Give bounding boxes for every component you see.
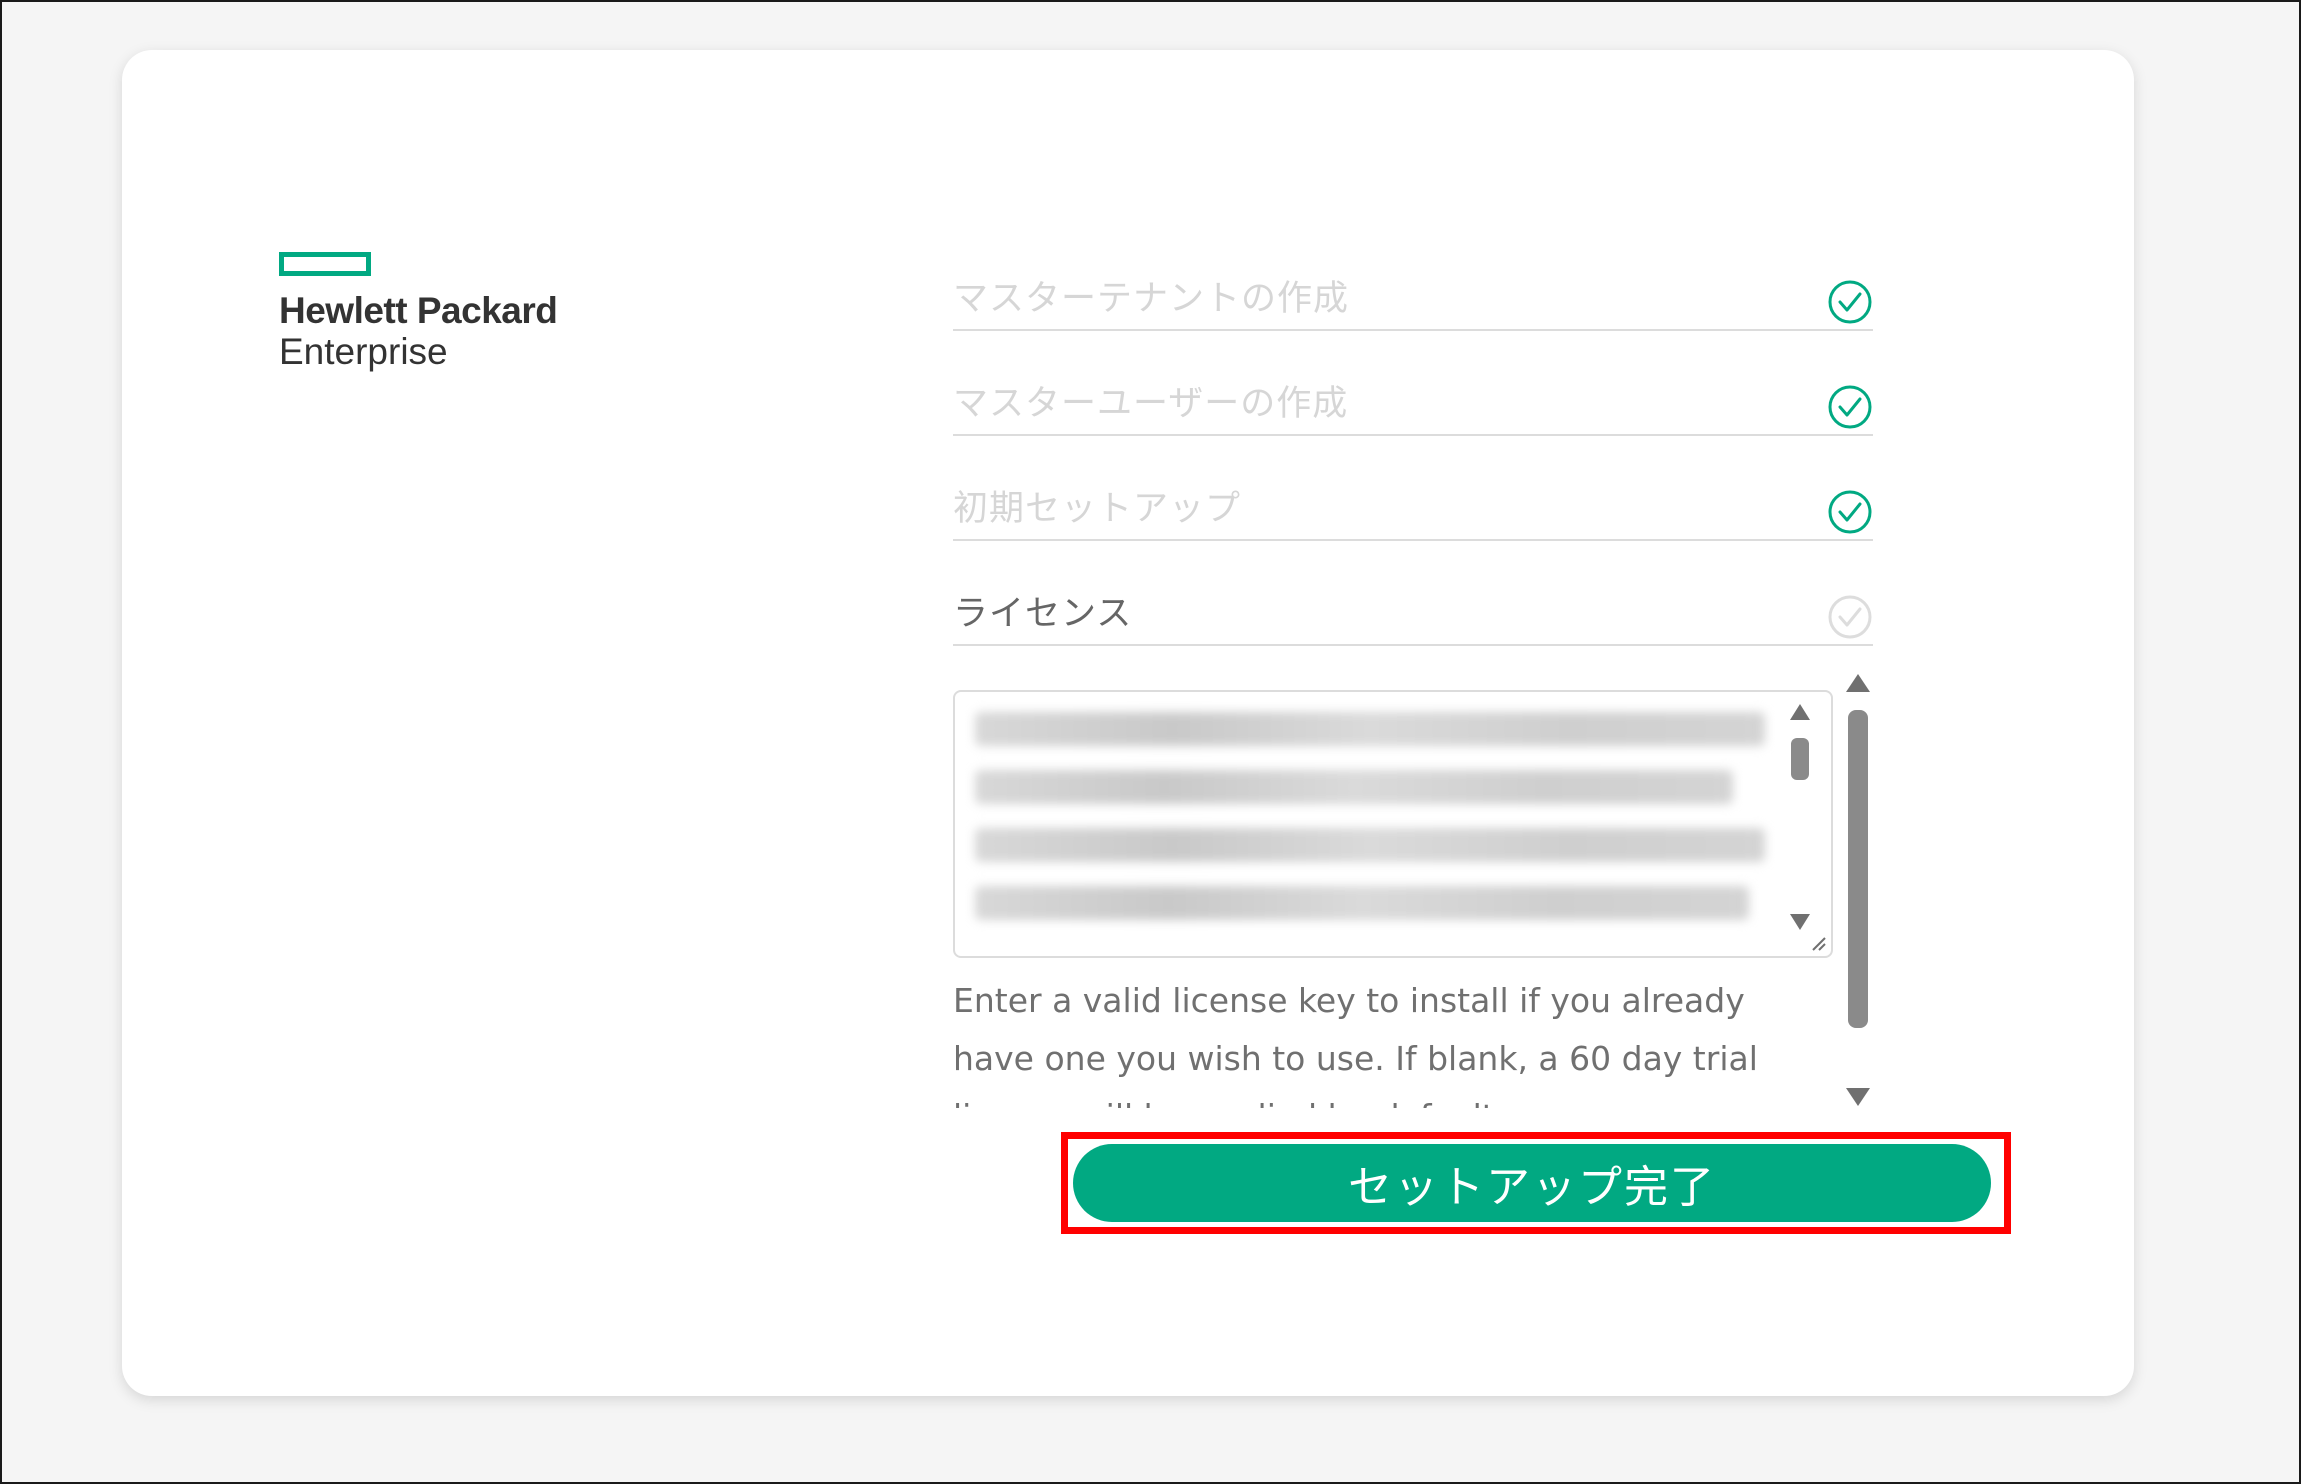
step-master-tenant: マスターテナントの作成 [953, 258, 1873, 331]
hpe-element-icon [279, 252, 371, 276]
scrollbar-thumb[interactable] [1791, 738, 1809, 780]
setup-steps: マスターテナントの作成 マスターユーザーの作成 初期セットアップ ライセンス [953, 258, 1873, 678]
scroll-up-arrow-icon[interactable] [1790, 704, 1810, 720]
license-help-text: Enter a valid license key to install if … [953, 981, 1758, 1108]
scroll-down-arrow-icon[interactable] [1846, 1088, 1870, 1106]
step-label: マスターテナントの作成 [953, 279, 1350, 319]
step-label: マスターユーザーの作成 [953, 384, 1349, 424]
check-circle-icon [1828, 280, 1872, 324]
scroll-up-arrow-icon[interactable] [1846, 674, 1870, 692]
step-label: ライセンス [953, 594, 1133, 634]
obscured-license-key [975, 712, 1765, 944]
license-key-textarea[interactable] [953, 690, 1833, 958]
resize-grip-icon[interactable] [1809, 934, 1827, 952]
logo-text-line2: Enterprise [279, 331, 448, 372]
step-label: 初期セットアップ [953, 489, 1242, 529]
hpe-logo: Hewlett Packard Enterprise [279, 252, 558, 372]
check-circle-icon [1828, 595, 1872, 639]
step-master-user: マスターユーザーの作成 [953, 363, 1873, 436]
step-license: ライセンス [953, 573, 1873, 646]
logo-text-line1: Hewlett Packard [279, 290, 558, 331]
license-section: Enter a valid license key to install if … [953, 672, 1873, 1108]
textarea-scrollbar[interactable] [1787, 702, 1813, 932]
check-circle-icon [1828, 385, 1872, 429]
step-initial-setup: 初期セットアップ [953, 468, 1873, 541]
panel-scrollbar[interactable] [1843, 672, 1873, 1108]
finish-setup-button[interactable]: セットアップ完了 [1073, 1144, 1991, 1222]
scroll-down-arrow-icon[interactable] [1790, 914, 1810, 930]
check-circle-icon [1828, 490, 1872, 534]
screenshot-frame: Hewlett Packard Enterprise マスターテナントの作成 マ… [0, 0, 2301, 1484]
scrollbar-thumb[interactable] [1848, 710, 1868, 1028]
